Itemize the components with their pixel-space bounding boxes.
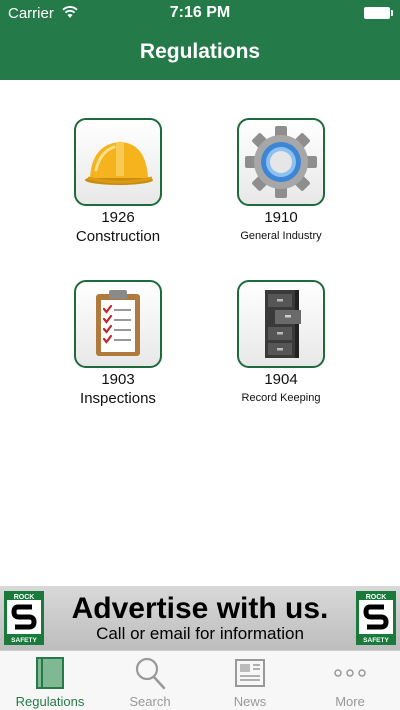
more-dots-icon [334, 669, 366, 677]
tab-search-label: Search [129, 694, 171, 709]
ad-banner[interactable]: ROCK SAFETY Advertise with us. Call or e… [0, 586, 400, 650]
gear-icon [245, 126, 317, 198]
tile-inspections-code: 1903 [101, 371, 135, 388]
nav-bar: Regulations [0, 26, 400, 80]
ad-subtext: Call or email for information [96, 624, 304, 643]
tile-construction-icon-box[interactable] [74, 118, 162, 206]
tile-general-industry-icon-box[interactable] [237, 118, 325, 206]
logo-right-top-text: ROCK [366, 594, 387, 601]
tab-regulations-label: Regulations [15, 694, 85, 709]
tab-news-label: News [233, 694, 267, 709]
tile-general-industry-code: 1910 [264, 209, 298, 226]
tile-record-keeping[interactable]: 1904 Record Keeping [211, 280, 351, 404]
tile-record-keeping-code: 1904 [264, 371, 298, 388]
tile-inspections-icon-box[interactable] [74, 280, 162, 368]
tile-construction-code: 1926 [101, 209, 135, 226]
tab-search[interactable]: Search [100, 651, 200, 710]
tab-news[interactable]: News [200, 651, 300, 710]
magnifier-icon [135, 657, 166, 690]
battery-icon [364, 7, 393, 19]
logo-right-bottom-text: SAFETY [363, 637, 389, 644]
tile-construction-label: Construction [75, 228, 161, 245]
tile-construction[interactable]: 1926 Construction [48, 118, 188, 245]
status-bar: Carrier 7:16 PM [0, 0, 400, 26]
newspaper-icon [235, 659, 265, 687]
tile-general-industry[interactable]: 1910 General Industry [211, 118, 351, 242]
tile-inspections[interactable]: 1903 Inspections [48, 280, 188, 407]
tab-bar: Regulations Search News More [0, 650, 400, 710]
tile-record-keeping-label: Record Keeping [241, 392, 321, 404]
tile-general-industry-label: General Industry [240, 230, 322, 242]
tile-inspections-label: Inspections [80, 390, 156, 407]
tab-more[interactable]: More [300, 651, 400, 710]
hard-hat-icon [85, 141, 153, 185]
file-cabinet-icon [265, 290, 301, 358]
clipboard-checklist-icon [96, 290, 140, 356]
tab-more-label: More [335, 694, 365, 709]
rock-safety-logo-right: ROCK SAFETY [356, 591, 396, 645]
book-icon [36, 657, 64, 689]
tile-record-keeping-icon-box[interactable] [237, 280, 325, 368]
page-title: Regulations [139, 40, 261, 63]
tab-regulations[interactable]: Regulations [0, 651, 100, 710]
ad-headline: Advertise with us. [71, 592, 329, 625]
clock: 7:16 PM [169, 4, 231, 21]
